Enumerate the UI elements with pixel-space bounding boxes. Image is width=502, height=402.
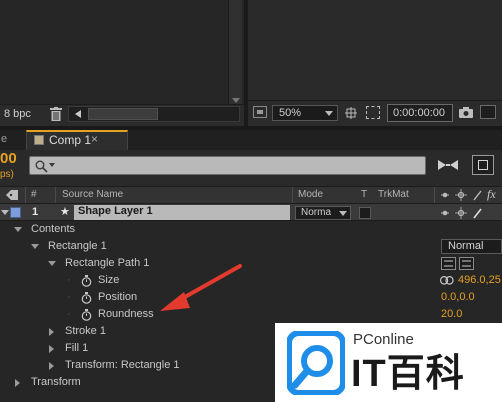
roundness-label: Roundness	[98, 308, 154, 320]
layer-name: Shape Layer 1	[78, 205, 153, 217]
tree-row-size[interactable]: · Size 496.0,25	[0, 272, 502, 289]
layer-number: 1	[32, 206, 39, 218]
layer-switches[interactable]	[441, 207, 499, 219]
shy-toggle-icon[interactable]	[436, 158, 460, 172]
contents-label: Contents	[31, 223, 76, 235]
column-mode[interactable]: Mode	[298, 189, 323, 200]
hscroll-left-arrow[interactable]	[75, 110, 81, 118]
column-t[interactable]: T	[361, 189, 367, 200]
stopwatch-icon[interactable]	[81, 292, 92, 304]
hscroll-thumb[interactable]	[88, 108, 158, 120]
expand-chevron[interactable]	[15, 379, 20, 387]
column-divider[interactable]	[25, 187, 26, 203]
tree-row-position[interactable]: · Position 0.0,0.0	[0, 289, 502, 306]
link-icon[interactable]	[440, 276, 454, 285]
size-value[interactable]: 496.0,25	[458, 272, 501, 289]
timecode-value: 0:00:00:00	[393, 107, 445, 119]
expand-chevron[interactable]	[48, 261, 56, 266]
size-label: Size	[98, 274, 120, 286]
red-arrow-annotation	[160, 264, 242, 311]
zoom-value: 50%	[279, 107, 302, 119]
rectangle-mode-dropdown[interactable]: Normal	[441, 239, 502, 254]
tree-row-rectangle[interactable]: Rectangle 1 Normal	[0, 238, 502, 255]
bpc-label[interactable]: 8 bpc	[4, 108, 31, 120]
layer-label-color[interactable]	[10, 207, 21, 218]
close-icon[interactable]: ×	[91, 132, 98, 146]
chevron-down-icon	[339, 211, 347, 216]
tree-row-contents[interactable]: Contents	[0, 221, 502, 238]
star-icon: ★	[60, 206, 70, 218]
rectangle-mode-value: Normal	[448, 240, 484, 252]
tree-row-rect-path[interactable]: Rectangle Path 1	[0, 255, 502, 272]
comp-color-label	[34, 135, 44, 145]
column-trkmat[interactable]: TrkMat	[378, 189, 409, 200]
trash-icon[interactable]	[50, 107, 62, 121]
column-divider[interactable]	[55, 187, 56, 203]
always-preview-icon[interactable]	[253, 106, 267, 118]
frame-blend-icon[interactable]	[472, 155, 494, 175]
watermark-brand-bottom: IT百科	[351, 353, 465, 395]
stopwatch-icon[interactable]	[81, 275, 92, 287]
layer-mode-value: Norma	[301, 207, 332, 218]
tag-icon[interactable]	[6, 190, 18, 200]
camera-icon[interactable]	[459, 107, 473, 118]
pconline-logo	[287, 331, 345, 395]
column-divider[interactable]	[292, 187, 293, 203]
tree-row-roundness[interactable]: · Roundness 20.0	[0, 306, 502, 323]
column-number[interactable]: #	[31, 189, 37, 200]
keyframe-dot: ·	[67, 274, 71, 286]
viewer-panel	[248, 0, 502, 100]
pconline-watermark: PConline IT百科	[275, 323, 502, 402]
column-divider[interactable]	[434, 187, 435, 203]
position-value[interactable]: 0.0,0.0	[441, 289, 475, 306]
tab-comp-1[interactable]: Comp 1 ×	[26, 130, 128, 150]
rect-path-label: Rectangle Path 1	[65, 257, 150, 269]
resolution-icon[interactable]	[345, 107, 357, 119]
keyframe-dot: ·	[67, 291, 71, 303]
current-time-fragment[interactable]: 00	[0, 150, 17, 167]
column-fx[interactable]: fx	[487, 187, 496, 202]
expand-chevron[interactable]	[49, 362, 54, 370]
project-scrollbar[interactable]	[228, 0, 242, 104]
column-source-name[interactable]: Source Name	[62, 189, 123, 200]
search-input[interactable]	[29, 156, 426, 175]
transform-label: Transform	[31, 376, 81, 388]
watermark-brand-top: PConline	[353, 331, 414, 348]
chevron-down-icon	[49, 163, 55, 167]
fill-label: Fill 1	[65, 342, 89, 354]
expand-chevron[interactable]	[49, 328, 54, 336]
keyframe-dot: ·	[67, 308, 71, 320]
fps-fragment: ps)	[0, 169, 14, 180]
region-of-interest-icon[interactable]	[366, 106, 380, 119]
layer-expand-chevron[interactable]	[1, 210, 9, 215]
expand-chevron[interactable]	[49, 345, 54, 353]
rectangle-label: Rectangle 1	[48, 240, 107, 252]
position-label: Position	[98, 291, 138, 303]
color-swatch[interactable]	[480, 105, 496, 119]
layer-name-field[interactable]: Shape Layer 1	[74, 205, 290, 220]
layer-mode-dropdown[interactable]: Norma	[295, 206, 351, 220]
left-tab-fragment[interactable]: e	[1, 133, 7, 145]
chevron-down-icon	[325, 111, 333, 116]
stopwatch-icon[interactable]	[81, 309, 92, 321]
zoom-dropdown[interactable]: 50%	[272, 105, 338, 121]
stroke-label: Stroke 1	[65, 325, 106, 337]
expand-chevron[interactable]	[14, 227, 22, 232]
expand-chevron[interactable]	[31, 244, 39, 249]
path-direction-icons[interactable]	[441, 257, 475, 270]
search-icon	[35, 160, 48, 173]
roundness-value[interactable]: 20.0	[441, 306, 462, 323]
preserve-transparency-checkbox[interactable]	[359, 207, 371, 219]
tab-label: Comp 1	[49, 133, 92, 147]
timecode-field[interactable]: 0:00:00:00	[387, 104, 453, 122]
transform-rect-label: Transform: Rectangle 1	[65, 359, 180, 371]
